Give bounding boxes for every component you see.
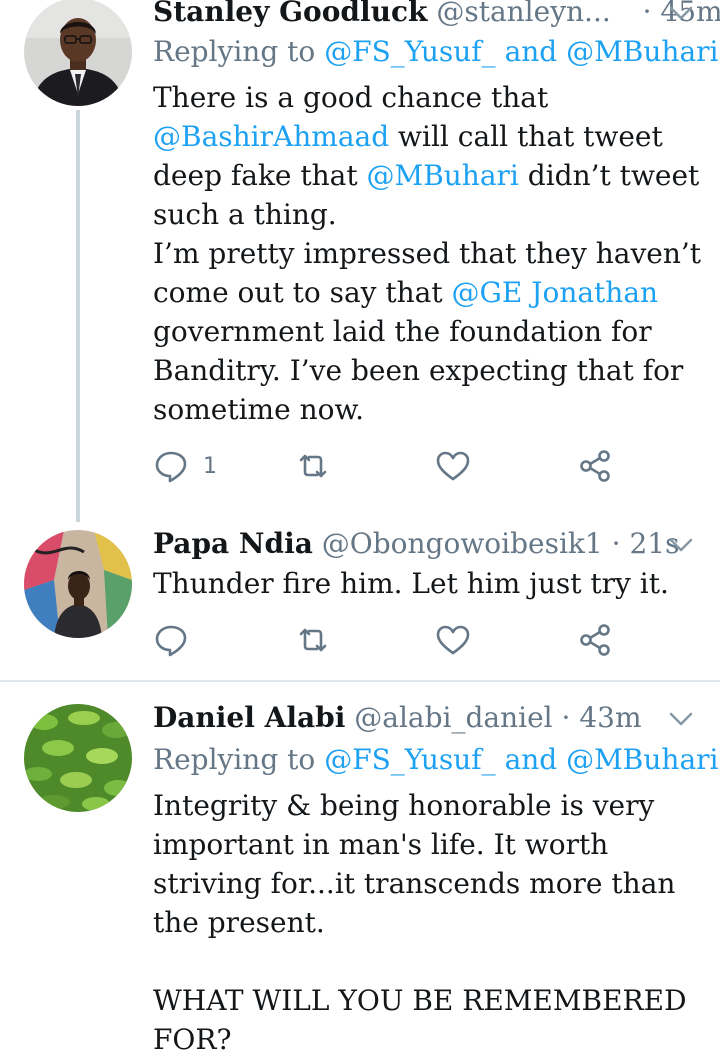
avatar[interactable] [24,704,132,812]
author-name[interactable]: Daniel Alabi [153,701,345,734]
tweet-stanley[interactable]: Stanley Goodluck @stanleyn... · 45m Repl… [0,0,720,522]
like-icon [436,451,470,481]
like-icon [436,625,470,655]
share-button[interactable] [577,620,613,660]
author-name[interactable]: Stanley Goodluck [153,0,427,28]
mention-link[interactable]: @BashirAhmaad [153,120,389,153]
tweet-text-segment: There is a good chance that [153,81,549,114]
tweet-text-paragraph: Integrity & being honorable is very impo… [153,789,676,939]
replying-to: Replying to @FS_Yusuf_ and @MBuhari [153,742,718,778]
tweet-papa-ndia[interactable]: Papa Ndia @Obongowoibesik1 · 21s Thunder… [0,520,720,680]
reply-button[interactable] [153,620,189,660]
thread-line [76,110,80,522]
replying-prefix: Replying to [153,743,316,776]
author-handle[interactable]: @stanleyn... [436,0,610,28]
tweet-feed: Stanley Goodluck @stanleyn... · 45m Repl… [0,0,720,1059]
replying-to: Replying to @FS_Yusuf_ and @MBuhari [153,34,718,70]
replying-and[interactable]: and [505,35,558,68]
avatar[interactable] [24,0,132,106]
tweet-text-segment: government laid the foundation for Bandi… [153,315,684,426]
retweet-icon [299,628,327,652]
tweet-text: Integrity & being honorable is very impo… [153,786,703,1059]
chevron-down-icon[interactable] [668,532,694,558]
reply-button[interactable]: 1 [153,446,217,486]
tweet-text-paragraph: WHAT WILL YOU BE REMEMBERED FOR? [153,984,687,1056]
separator-dot: · [642,0,652,28]
author-handle[interactable]: @Obongowoibesik1 [322,527,603,560]
tweet-daniel-alabi[interactable]: Daniel Alabi @alabi_daniel · 43m Replyin… [0,682,720,1059]
tweet-header: Daniel Alabi @alabi_daniel · 43m [153,700,700,736]
green-leaves-avatar-icon [24,704,132,812]
reply-icon [155,451,187,483]
retweet-button[interactable] [295,620,331,660]
tweet-header: Stanley Goodluck @stanleyn... · 45m [153,0,720,30]
chevron-down-icon[interactable] [668,0,694,26]
timestamp[interactable]: 43m [579,701,641,734]
reply-icon [155,625,187,657]
avatar[interactable] [24,530,132,638]
separator-dot: · [611,527,621,560]
separator-dot: · [561,701,571,734]
replying-prefix: Replying to [153,35,316,68]
author-handle[interactable]: @alabi_daniel [354,701,552,734]
tweet-text: There is a good chance that @BashirAhmaa… [153,78,703,429]
tweet-text-segment: Thunder fire him. Let him just try it. [153,567,669,600]
tweet-header: Papa Ndia @Obongowoibesik1 · 21s [153,526,700,562]
share-button[interactable] [577,446,613,486]
mention-link[interactable]: @MBuhari [367,159,519,192]
retweet-button[interactable] [295,446,331,486]
retweet-icon [299,454,327,478]
share-icon [580,450,610,482]
share-icon [580,624,610,656]
like-button[interactable] [435,446,471,486]
mention-link[interactable]: @FS_Yusuf_ [324,35,495,68]
tweet-text: Thunder fire him. Let him just try it. [153,564,703,603]
reply-count: 1 [203,453,217,479]
mention-link[interactable]: @MBuhari [566,743,718,776]
mention-link[interactable]: @FS_Yusuf_ [324,743,495,776]
like-button[interactable] [435,620,471,660]
author-name[interactable]: Papa Ndia [153,527,313,560]
mention-link[interactable]: @MBuhari [566,35,718,68]
chevron-down-icon[interactable] [668,706,694,732]
person-graffiti-avatar-icon [24,530,132,638]
mention-link[interactable]: @GE Jonathan [452,276,659,309]
replying-and[interactable]: and [505,743,558,776]
person-suit-avatar-icon [24,0,132,106]
